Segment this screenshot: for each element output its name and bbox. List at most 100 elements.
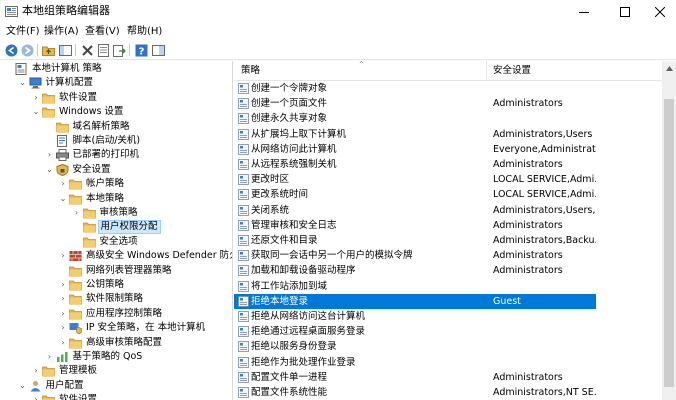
expand-closed-icon[interactable]: ›: [58, 249, 68, 263]
expand-open-icon[interactable]: ⌄: [45, 163, 55, 177]
policy-setting: Guest: [493, 295, 521, 307]
policy-row[interactable]: 管理审核和安全日志 Administrators: [234, 218, 662, 233]
expand-closed-icon[interactable]: ›: [45, 148, 55, 162]
show-hide-tree-button[interactable]: [58, 43, 72, 57]
tree-node[interactable]: › 公钥策略: [0, 278, 232, 292]
policy-row[interactable]: 从网络访问此计算机 Everyone,Administrat...: [234, 142, 662, 157]
tree-node[interactable]: 用户权限分配: [0, 220, 232, 235]
close-button[interactable]: [641, 0, 676, 24]
policy-list[interactable]: 策略 ⌃ 安全设置 创建一个令牌对象 创建一个页面文件 Administrators…: [234, 61, 676, 400]
expand-closed-icon[interactable]: ›: [58, 177, 68, 191]
policy-setting: Administrators: [493, 371, 563, 383]
export-button[interactable]: [112, 43, 126, 57]
menu-action[interactable]: 操作(A): [44, 25, 79, 39]
tree-node[interactable]: › 高级安全 Windows Defender 防火墙: [0, 249, 232, 263]
policy-row[interactable]: 加载和卸载设备驱动程序 Administrators: [234, 263, 662, 278]
expand-closed-icon[interactable]: ›: [58, 307, 68, 321]
expand-closed-icon[interactable]: ›: [58, 292, 68, 306]
forward-icon: [21, 44, 33, 56]
tree-node[interactable]: › 高级审核策略配置: [0, 336, 232, 350]
policy-row[interactable]: 关闭系统 Administrators,Users,...: [234, 203, 662, 218]
policy-row[interactable]: 还原文件和目录 Administrators,Backu...: [234, 233, 662, 248]
expand-open-icon[interactable]: ⌄: [31, 105, 41, 119]
view-button[interactable]: [151, 43, 165, 57]
tree-node[interactable]: › 已部署的打印机: [0, 148, 232, 162]
tree-node[interactable]: ⌄ 用户配置: [0, 379, 232, 393]
tree-node[interactable]: › 软件设置: [0, 91, 232, 105]
expand-open-icon[interactable]: ⌄: [18, 76, 28, 90]
menu-help[interactable]: 帮助(H): [127, 25, 162, 39]
policy-row[interactable]: 将工作站添加到域: [234, 279, 662, 294]
tree-node[interactable]: › 应用程序控制策略: [0, 307, 232, 321]
properties-button[interactable]: [96, 43, 110, 57]
tree-node[interactable]: › 管理模板: [0, 364, 232, 378]
expand-closed-icon[interactable]: ›: [72, 206, 82, 220]
expand-closed-icon[interactable]: ›: [58, 278, 68, 292]
help-icon: ?: [135, 44, 147, 57]
policy-name: 将工作站添加到域: [251, 280, 328, 292]
minimize-button[interactable]: [565, 0, 603, 24]
policy-row[interactable]: 获取同一会话中另一个用户的模拟令牌 Administrators: [234, 248, 662, 263]
policy-row[interactable]: 从远程系统强制关机 Administrators: [234, 157, 662, 172]
policy-row[interactable]: 拒绝通过远程桌面服务登录: [234, 324, 662, 339]
policy-row[interactable]: 拒绝从网络访问这台计算机: [234, 309, 662, 324]
firewall-icon: [69, 251, 82, 262]
tree-node[interactable]: › 审核策略: [0, 206, 232, 220]
tree-node-label: 网络列表管理器策略: [86, 264, 172, 276]
expand-closed-icon[interactable]: ›: [31, 91, 41, 105]
up-folder-button[interactable]: [41, 43, 55, 57]
policy-row[interactable]: 从扩展坞上取下计算机 Administrators,Users: [234, 127, 662, 142]
policy-item-icon: [238, 113, 249, 125]
console-tree[interactable]: 本地计算机 策略 ⌄ 计算机配置 › 软件设置 ⌄ Windows 设置 域名解析策略 脚本(启…: [0, 61, 233, 400]
column-header-setting[interactable]: 安全设置: [493, 65, 531, 77]
expand-closed-icon[interactable]: ›: [45, 350, 55, 364]
expand-closed-icon[interactable]: ›: [31, 364, 41, 378]
column-header-policy[interactable]: 策略: [241, 65, 260, 77]
tree-node[interactable]: 安全选项: [0, 235, 232, 249]
policy-row[interactable]: 更改时区 LOCAL SERVICE,Admi...: [234, 172, 662, 187]
tree-node[interactable]: › 软件限制策略: [0, 292, 232, 306]
policy-row[interactable]: 拒绝本地登录 Guest: [234, 293, 596, 309]
tree-node[interactable]: › 基于策略的 QoS: [0, 350, 232, 364]
tree-node[interactable]: 脚本(启动/关机): [0, 134, 232, 148]
expand-open-icon[interactable]: ⌄: [58, 192, 68, 206]
policy-row[interactable]: 创建一个页面文件 Administrators: [234, 96, 662, 111]
expand-closed-icon[interactable]: ›: [31, 393, 41, 400]
vertical-scrollbar[interactable]: [662, 61, 676, 400]
tree-node[interactable]: 本地计算机 策略: [0, 62, 232, 76]
tree-node[interactable]: ⌄ 安全设置: [0, 163, 232, 177]
menu-view[interactable]: 查看(V): [85, 25, 120, 39]
tree-node[interactable]: 域名解析策略: [0, 120, 232, 134]
back-button[interactable]: [4, 43, 18, 57]
policy-row[interactable]: 配置文件系统性能 Administrators,NT SE...: [234, 385, 662, 400]
maximize-button[interactable]: [606, 0, 644, 24]
tree-node[interactable]: ⌄ Windows 设置: [0, 105, 232, 119]
policy-row[interactable]: 创建永久共享对象: [234, 111, 662, 126]
policy-name: 还原文件和目录: [251, 235, 318, 246]
scrollbar-thumb[interactable]: [664, 99, 674, 387]
tree-node[interactable]: ⌄ 计算机配置: [0, 76, 232, 90]
policy-row[interactable]: 拒绝作为批处理作业登录: [234, 355, 662, 370]
delete-button[interactable]: [80, 43, 94, 57]
tree-node[interactable]: › IP 安全策略，在 本地计算机: [0, 321, 232, 335]
policy-row[interactable]: 创建一个令牌对象: [234, 81, 662, 96]
policy-name: 关闭系统: [251, 204, 290, 216]
column-divider[interactable]: [486, 61, 487, 81]
tree-node[interactable]: › 帐户策略: [0, 177, 232, 191]
tree-node[interactable]: 网络列表管理器策略: [0, 264, 232, 278]
help-button[interactable]: ?: [134, 43, 148, 57]
policy-setting: LOCAL SERVICE,Admi...: [493, 174, 596, 186]
menu-file[interactable]: 文件(F): [6, 25, 40, 39]
expand-open-icon[interactable]: ⌄: [18, 379, 28, 393]
policy-row[interactable]: 更改系统时间 LOCAL SERVICE,Admi...: [234, 187, 662, 202]
tree-node[interactable]: › 软件设置: [0, 393, 232, 400]
scroll-up-button[interactable]: [662, 61, 676, 75]
expand-closed-icon[interactable]: ›: [58, 336, 68, 350]
policy-row[interactable]: 拒绝以服务身份登录: [234, 339, 662, 354]
policy-name: 从远程系统强制关机: [251, 159, 337, 170]
policy-row[interactable]: 配置文件单一进程 Administrators: [234, 370, 662, 385]
forward-button[interactable]: [20, 43, 34, 57]
svg-text:?: ?: [138, 46, 144, 57]
expand-closed-icon[interactable]: ›: [58, 321, 68, 335]
tree-node[interactable]: ⌄ 本地策略: [0, 192, 232, 206]
